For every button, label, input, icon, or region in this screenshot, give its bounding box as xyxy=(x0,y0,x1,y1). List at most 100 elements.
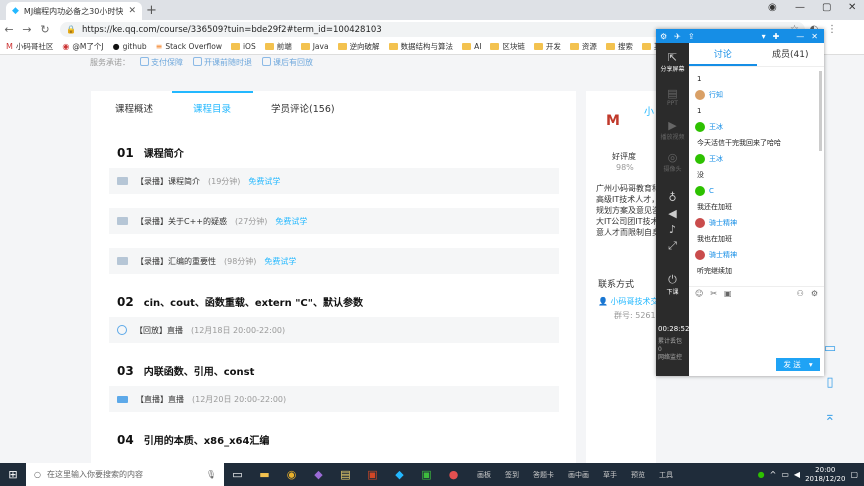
play-video-button[interactable]: ▶ 播放视频 xyxy=(656,119,689,141)
profile-icon[interactable]: ◉ xyxy=(768,2,777,13)
tab-reviews[interactable]: 学员评论(156) xyxy=(271,101,335,115)
avatar[interactable] xyxy=(695,218,705,228)
bookmark-item[interactable]: ● github xyxy=(113,42,147,51)
back-arrow-icon[interactable]: ← xyxy=(0,23,18,36)
microphone-icon[interactable]: 🎙 xyxy=(206,470,216,479)
org-name[interactable]: 小 xyxy=(644,103,654,118)
dropdown-icon[interactable]: ▾ xyxy=(762,32,766,41)
task-view-icon[interactable]: ▭ xyxy=(224,468,251,481)
minimize-button[interactable]: — xyxy=(795,2,805,13)
camera-button[interactable]: ◎ 摄像头 xyxy=(656,151,689,173)
bookmark-folder[interactable]: 资源 xyxy=(569,41,597,52)
message-text: 听完继续加 xyxy=(697,267,732,275)
video-play-icon: ▶ xyxy=(668,119,677,132)
lesson-row[interactable]: 【录播】关于C++的疑惑 (27分钟) 免费试学 xyxy=(109,208,559,234)
new-tab-button[interactable]: + xyxy=(146,3,157,18)
gear-icon[interactable]: ⚙ xyxy=(811,289,818,298)
free-trial-link[interactable]: 免费试学 xyxy=(248,176,280,187)
bookmark-folder[interactable]: 逆向破解 xyxy=(337,41,380,52)
bookmark-folder[interactable]: 搜索 xyxy=(605,41,633,52)
message-sender: C xyxy=(695,183,815,199)
wechat-avatar-icon[interactable] xyxy=(695,122,705,132)
network-monitor[interactable]: 累计丢包 0 网络监控 xyxy=(658,338,689,362)
mic-button[interactable]: ♁ xyxy=(656,191,689,204)
share-screen-button[interactable]: ⇱ 分享屏幕 xyxy=(656,51,689,73)
browser-tab[interactable]: ◆ MJ编程内功必备之30小时快速掌握 ✕ xyxy=(6,2,142,20)
plane-icon[interactable]: ✈ xyxy=(674,32,681,41)
chat-input-toolbar: ☺ ✂ ▣ ⚇ ⚙ xyxy=(689,286,824,300)
members-icon[interactable]: ⚇ xyxy=(797,289,804,298)
speaker-button[interactable]: ◀ xyxy=(656,207,689,220)
chrome-icon[interactable]: ◉ xyxy=(278,468,305,481)
ppt-button[interactable]: ▤ PPT xyxy=(656,87,689,107)
free-trial-link[interactable]: 免费试学 xyxy=(275,216,307,227)
notes-icon[interactable]: ▤ xyxy=(332,468,359,481)
windows-start-icon[interactable]: ⊞ xyxy=(0,468,26,481)
emoji-icon[interactable]: ☺ xyxy=(695,289,703,298)
avatar[interactable] xyxy=(695,250,705,260)
menu-icon[interactable]: ⋮ xyxy=(823,24,841,35)
settings-icon[interactable]: ⚙ xyxy=(660,32,667,41)
bookmark-folder[interactable]: 前端 xyxy=(264,41,292,52)
scissors-icon[interactable]: ✂ xyxy=(710,289,717,298)
bookmark-item[interactable]: ◉ @M了个J xyxy=(62,41,103,52)
pin-icon[interactable]: ✚ xyxy=(773,32,780,41)
lesson-row[interactable]: 【录播】课程简介 (19分钟) 免费试学 xyxy=(109,168,559,194)
replay-icon xyxy=(262,57,271,66)
bookmark-folder[interactable]: iOS xyxy=(230,42,256,51)
tab-catalog[interactable]: 课程目录 xyxy=(193,101,231,115)
minimize-icon[interactable]: — xyxy=(796,32,804,41)
bookmark-item[interactable]: M 小码哥社区 xyxy=(6,41,53,52)
wechat-tray-icon[interactable]: ● xyxy=(758,470,765,479)
send-button[interactable]: 发 送 ▾ xyxy=(776,358,820,371)
taskbar-clock[interactable]: 20:00 2018/12/20 xyxy=(805,466,845,484)
camtasia-icon[interactable]: ▣ xyxy=(413,468,440,481)
chat-scrollbar[interactable] xyxy=(819,71,822,151)
image-icon[interactable]: ▣ xyxy=(724,289,732,298)
close-window-button[interactable]: ✕ xyxy=(848,2,856,13)
reload-icon[interactable]: ↻ xyxy=(36,23,54,36)
lesson-row[interactable]: 【回放】直播 (12月18日 20:00-22:00) xyxy=(109,317,559,343)
tab-members[interactable]: 成员(41) xyxy=(757,43,825,66)
qq-group-link[interactable]: 👤 小码哥技术交 xyxy=(598,296,656,307)
bookmark-folder[interactable]: AI xyxy=(462,42,481,51)
network-icon[interactable]: ▭ xyxy=(781,470,789,479)
bookmark-folder[interactable]: 区块链 xyxy=(490,41,525,52)
free-trial-link[interactable]: 免费试学 xyxy=(264,256,296,267)
classroom-icon[interactable]: ◆ xyxy=(386,468,413,481)
chevron-down-icon[interactable]: ▾ xyxy=(809,360,813,369)
chevron-up-icon[interactable]: ^ xyxy=(770,470,777,479)
share-icon[interactable]: ⇪ xyxy=(688,32,695,41)
lesson-row[interactable]: 【直播】直播 (12月20日 20:00-22:00) xyxy=(109,386,559,412)
taskbar-search[interactable]: ○ 在这里输入你要搜索的内容 🎙 xyxy=(26,463,224,486)
powerpoint-icon[interactable]: ▣ xyxy=(359,468,386,481)
end-class-button[interactable]: ⏻ 下课 xyxy=(656,273,689,296)
person-icon: 👤 xyxy=(598,297,608,306)
close-icon[interactable]: ✕ xyxy=(811,32,818,41)
maximize-button[interactable]: ▢ xyxy=(822,2,831,13)
lesson-row[interactable]: 【录播】汇编的重要性 (98分钟) 免费试学 xyxy=(109,248,559,274)
bookmark-folder[interactable]: Java xyxy=(300,42,329,51)
back-to-top-icon[interactable]: ⌅ xyxy=(816,403,844,431)
wechat-avatar-icon[interactable] xyxy=(695,154,705,164)
tab-discussion[interactable]: 讨论 xyxy=(689,43,757,66)
folder-icon xyxy=(533,43,543,50)
message-text: 1 xyxy=(697,75,702,83)
visual-studio-icon[interactable]: ◆ xyxy=(305,468,332,481)
message-sender: 王冰 xyxy=(695,151,815,167)
expand-button[interactable]: ⤢ xyxy=(656,239,689,253)
bookmark-item[interactable]: ≡ Stack Overflow xyxy=(156,42,222,51)
folder-icon[interactable]: ▬ xyxy=(251,468,278,481)
folder-icon xyxy=(462,43,472,50)
bookmark-folder[interactable]: 数据结构与算法 xyxy=(388,41,453,52)
forward-arrow-icon[interactable]: → xyxy=(18,23,36,36)
notification-icon[interactable]: ▢ xyxy=(850,470,858,479)
wechat-avatar-icon[interactable] xyxy=(695,186,705,196)
music-button[interactable]: ♪ xyxy=(656,223,689,236)
bookmark-folder[interactable]: 开发 xyxy=(533,41,561,52)
volume-icon[interactable]: ◀ xyxy=(794,470,800,479)
tab-overview[interactable]: 课程概述 xyxy=(115,101,153,115)
recorder-icon[interactable]: ● xyxy=(440,468,467,481)
avatar[interactable] xyxy=(695,90,705,100)
close-tab-icon[interactable]: ✕ xyxy=(128,6,136,16)
